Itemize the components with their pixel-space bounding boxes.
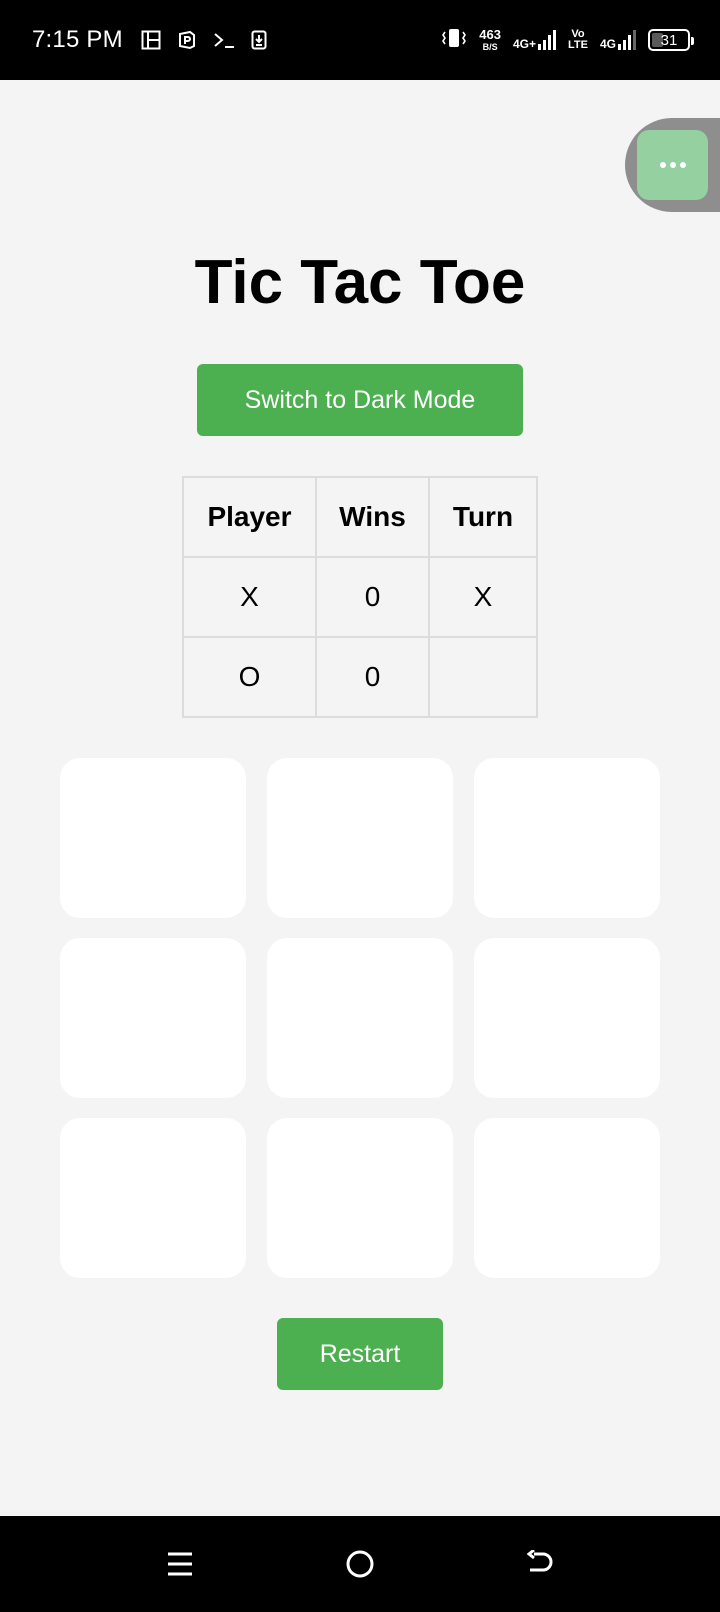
battery-percent: 31 — [660, 31, 678, 49]
network-speed-unit: B/S — [482, 42, 498, 52]
table-row: O 0 — [182, 636, 538, 718]
score-table-header-row: Player Wins Turn — [182, 476, 538, 558]
wins-cell: 0 — [315, 636, 430, 718]
header-player: Player — [182, 476, 317, 558]
network-speed-value: 463 — [479, 27, 501, 42]
turn-cell — [428, 636, 538, 718]
status-bar: 7:15 PM 463 B/S 4G+ Vo LTE 4G 31 — [0, 0, 720, 80]
home-icon[interactable] — [340, 1546, 380, 1582]
dark-mode-toggle-button[interactable]: Switch to Dark Mode — [197, 364, 523, 436]
player-cell: O — [182, 636, 317, 718]
network-type-1: 4G+ — [513, 37, 537, 51]
restart-button[interactable]: Restart — [277, 1318, 443, 1390]
status-system-icons: 463 B/S 4G+ Vo LTE 4G 31 — [441, 27, 694, 54]
signal-group-2: 4G — [600, 30, 636, 50]
network-type-2: 4G — [599, 37, 616, 51]
menu-icon[interactable] — [160, 1546, 200, 1582]
signal-bars-2-icon — [618, 30, 636, 50]
board-cell-5[interactable] — [267, 938, 453, 1098]
header-turn: Turn — [428, 476, 538, 558]
board-cell-2[interactable] — [267, 758, 453, 918]
status-notification-icons — [141, 30, 267, 50]
table-row: X 0 X — [182, 556, 538, 638]
wins-cell: 0 — [315, 556, 430, 638]
back-icon[interactable] — [520, 1546, 560, 1582]
board-cell-3[interactable] — [474, 758, 660, 918]
player-cell: X — [182, 556, 317, 638]
system-nav-bar — [0, 1516, 720, 1612]
terminal-icon — [213, 30, 235, 50]
signal-bars-1-icon — [538, 30, 557, 50]
download-icon — [251, 30, 267, 50]
parking-app-icon — [177, 30, 197, 50]
board-cell-6[interactable] — [474, 938, 660, 1098]
board-cell-7[interactable] — [60, 1118, 246, 1278]
volte-bottom: LTE — [568, 39, 588, 51]
header-wins: Wins — [315, 476, 430, 558]
vibrate-icon — [441, 27, 467, 54]
game-board — [60, 758, 660, 1278]
signal-group-1: 4G+ — [513, 30, 557, 51]
network-speed: 463 B/S — [479, 28, 501, 52]
board-cell-1[interactable] — [60, 758, 246, 918]
battery-icon: 31 — [648, 29, 694, 51]
status-time: 7:15 PM — [32, 26, 123, 53]
floating-bubble — [625, 118, 720, 212]
more-dots-icon[interactable] — [637, 130, 708, 200]
volte-indicator: Vo LTE — [568, 29, 588, 51]
board-cell-4[interactable] — [60, 938, 246, 1098]
board-cell-9[interactable] — [474, 1118, 660, 1278]
board-cell-8[interactable] — [267, 1118, 453, 1278]
turn-cell: X — [428, 556, 538, 638]
score-table: Player Wins Turn X 0 X O 0 — [182, 476, 538, 718]
gallery-icon — [141, 30, 161, 50]
page-title: Tic Tac Toe — [194, 248, 526, 317]
